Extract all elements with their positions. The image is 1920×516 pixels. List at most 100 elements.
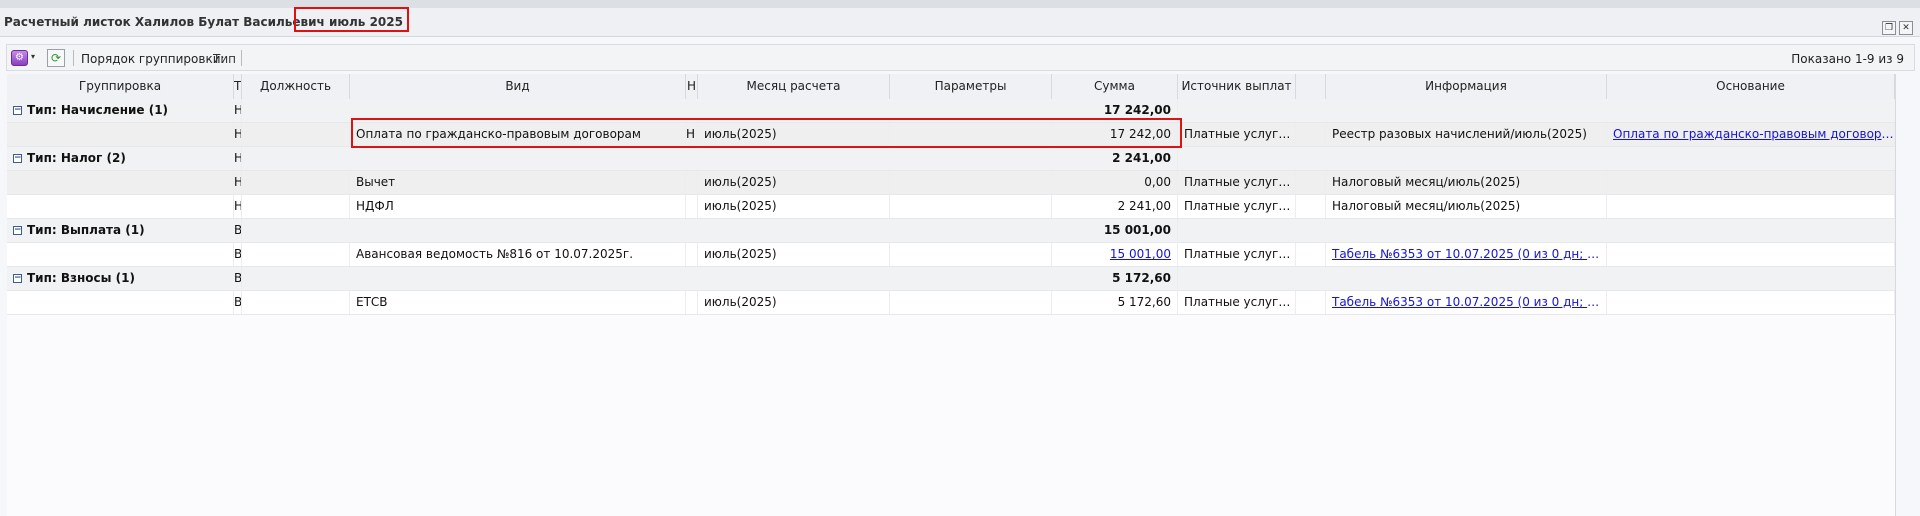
cell-basis bbox=[1607, 243, 1895, 266]
group-order-label: Порядок группировки: bbox=[81, 52, 225, 66]
cell-info: Налоговый месяц/июль(2025) bbox=[1326, 195, 1607, 218]
cell-kind: Вычет bbox=[350, 171, 686, 194]
cell-month: июль(2025) bbox=[698, 171, 890, 194]
cell-position bbox=[242, 195, 350, 218]
cell-sum: 5 172,60 bbox=[1052, 267, 1178, 290]
cell-blank bbox=[1296, 243, 1326, 266]
group-row[interactable]: −Тип: Налог (2) Н 2 241,00 bbox=[7, 147, 1895, 171]
close-window-icon[interactable]: ✕ bbox=[1899, 21, 1913, 35]
cell-kind: ЕТСВ bbox=[350, 291, 686, 314]
cell-position bbox=[242, 291, 350, 314]
cell-source: Платные услуги ... bbox=[1178, 123, 1296, 146]
cell-t: Н bbox=[234, 123, 242, 146]
chevron-down-icon: ▾ bbox=[31, 52, 36, 61]
collapse-icon[interactable]: − bbox=[13, 226, 22, 235]
cell-t: Н bbox=[234, 171, 242, 194]
group-name: Тип: Взносы (1) bbox=[27, 271, 135, 285]
collapse-icon[interactable]: − bbox=[13, 274, 22, 283]
table-row[interactable]: В ЕТСВ июль(2025) 5 172,60 Платные услуг… bbox=[7, 291, 1895, 315]
basis-link[interactable]: Оплата по гражданско-правовым договорам bbox=[1607, 123, 1895, 146]
cell-source: Платные услуги ... bbox=[1178, 243, 1296, 266]
cell-n bbox=[686, 195, 698, 218]
cell-month: июль(2025) bbox=[698, 195, 890, 218]
cell-basis bbox=[1607, 171, 1895, 194]
cell-sum: 15 001,00 bbox=[1052, 219, 1178, 242]
cell-sum: 5 172,60 bbox=[1052, 291, 1178, 314]
cell-position bbox=[242, 243, 350, 266]
cell-t: Н bbox=[234, 147, 242, 170]
column-header-group[interactable]: Группировка bbox=[7, 74, 234, 99]
cell-group bbox=[7, 195, 234, 218]
cell-basis bbox=[1607, 291, 1895, 314]
refresh-icon[interactable]: ⟳ bbox=[47, 49, 65, 67]
column-header-source[interactable]: Источник выплат bbox=[1178, 74, 1296, 99]
cell-t: В bbox=[234, 267, 242, 290]
group-name: Тип: Выплата (1) bbox=[27, 223, 145, 237]
cell-month: июль(2025) bbox=[698, 243, 890, 266]
cell-t: Н bbox=[234, 99, 242, 122]
window-titlebar: Расчетный листок Халилов Булат Васильеви… bbox=[0, 8, 1920, 37]
column-header-month[interactable]: Месяц расчета bbox=[698, 74, 890, 99]
cell-blank bbox=[1296, 123, 1326, 146]
cell-position bbox=[242, 171, 350, 194]
group-row-label[interactable]: − Тип: Взносы (1) bbox=[13, 267, 135, 290]
title-highlight-box bbox=[294, 7, 409, 32]
collapse-icon[interactable]: − bbox=[13, 154, 22, 163]
cell-source: Платные услуги ... bbox=[1178, 171, 1296, 194]
cell-source: Платные услуги ... bbox=[1178, 195, 1296, 218]
column-header-kind[interactable]: Вид bbox=[350, 74, 686, 99]
table-row[interactable]: Н НДФЛ июль(2025) 2 241,00 Платные услуг… bbox=[7, 195, 1895, 219]
cell-t: В bbox=[234, 243, 242, 266]
group-row[interactable]: − Тип: Выплата (1) В 15 001,00 bbox=[7, 219, 1895, 243]
cell-t: Н bbox=[234, 195, 242, 218]
cell-params bbox=[890, 171, 1052, 194]
cell-n bbox=[686, 171, 698, 194]
column-header-t[interactable]: Т bbox=[234, 74, 242, 99]
collapse-icon[interactable]: − bbox=[13, 106, 22, 115]
cell-sum: 0,00 bbox=[1052, 171, 1178, 194]
info-link[interactable]: Табель №6353 от 10.07.2025 (0 из 0 дн; 0… bbox=[1326, 243, 1607, 266]
cell-t: В bbox=[234, 291, 242, 314]
toolbar-separator bbox=[73, 50, 74, 66]
grid-right-border bbox=[1895, 74, 1896, 516]
table-row[interactable]: Н Вычет июль(2025) 0,00 Платные услуги .… bbox=[7, 171, 1895, 195]
column-header-info[interactable]: Информация bbox=[1326, 74, 1607, 99]
group-row-label[interactable]: − Тип: Начисление (1) bbox=[13, 99, 168, 122]
cell-sum: 2 241,00 bbox=[1052, 195, 1178, 218]
cell-t: В bbox=[234, 219, 242, 242]
group-row[interactable]: − Тип: Взносы (1) В 5 172,60 bbox=[7, 267, 1895, 291]
cell-group bbox=[7, 171, 234, 194]
cell-info: Реестр разовых начислений/июль(2025) bbox=[1326, 123, 1607, 146]
cell-n bbox=[686, 243, 698, 266]
restore-window-icon[interactable]: ❐ bbox=[1882, 21, 1896, 35]
column-header-params[interactable]: Параметры bbox=[890, 74, 1052, 99]
cell-blank bbox=[1296, 291, 1326, 314]
group-name: Тип: Начисление (1) bbox=[27, 103, 169, 117]
table-row[interactable]: В Авансовая ведомость №816 от 10.07.2025… bbox=[7, 243, 1895, 267]
column-header-blank[interactable] bbox=[1296, 74, 1326, 99]
group-row-label[interactable]: − Тип: Выплата (1) bbox=[13, 219, 145, 242]
cell-source: Платные услуги ... bbox=[1178, 291, 1296, 314]
cell-position bbox=[242, 123, 350, 146]
cell-group bbox=[7, 123, 234, 146]
menu-gear-icon: ⚙ bbox=[11, 50, 28, 66]
actions-menu-button[interactable]: ⚙ ▾ bbox=[11, 49, 39, 67]
cell-blank bbox=[1296, 171, 1326, 194]
sum-link[interactable]: 15 001,00 bbox=[1052, 243, 1178, 266]
cell-kind: НДФЛ bbox=[350, 195, 686, 218]
cell-params bbox=[890, 291, 1052, 314]
group-order-value[interactable]: Тип bbox=[213, 52, 236, 66]
column-header-basis[interactable]: Основание bbox=[1607, 74, 1895, 99]
cell-params bbox=[890, 195, 1052, 218]
info-link[interactable]: Табель №6353 от 10.07.2025 (0 из 0 дн; 0… bbox=[1326, 291, 1607, 314]
cell-kind: Авансовая ведомость №816 от 10.07.2025г. bbox=[350, 243, 686, 266]
group-row-label[interactable]: − Тип: Налог (2) bbox=[13, 147, 126, 170]
group-name: Тип: Налог (2) bbox=[27, 151, 126, 165]
column-header-n[interactable]: Н bbox=[686, 74, 698, 99]
grid-header: Группировка Т Должность Вид Н Месяц расч… bbox=[7, 74, 1895, 100]
cell-group bbox=[7, 243, 234, 266]
column-header-sum[interactable]: Сумма bbox=[1052, 74, 1178, 99]
column-header-position[interactable]: Должность bbox=[242, 74, 350, 99]
toolbar-separator bbox=[241, 50, 242, 66]
cell-params bbox=[890, 243, 1052, 266]
